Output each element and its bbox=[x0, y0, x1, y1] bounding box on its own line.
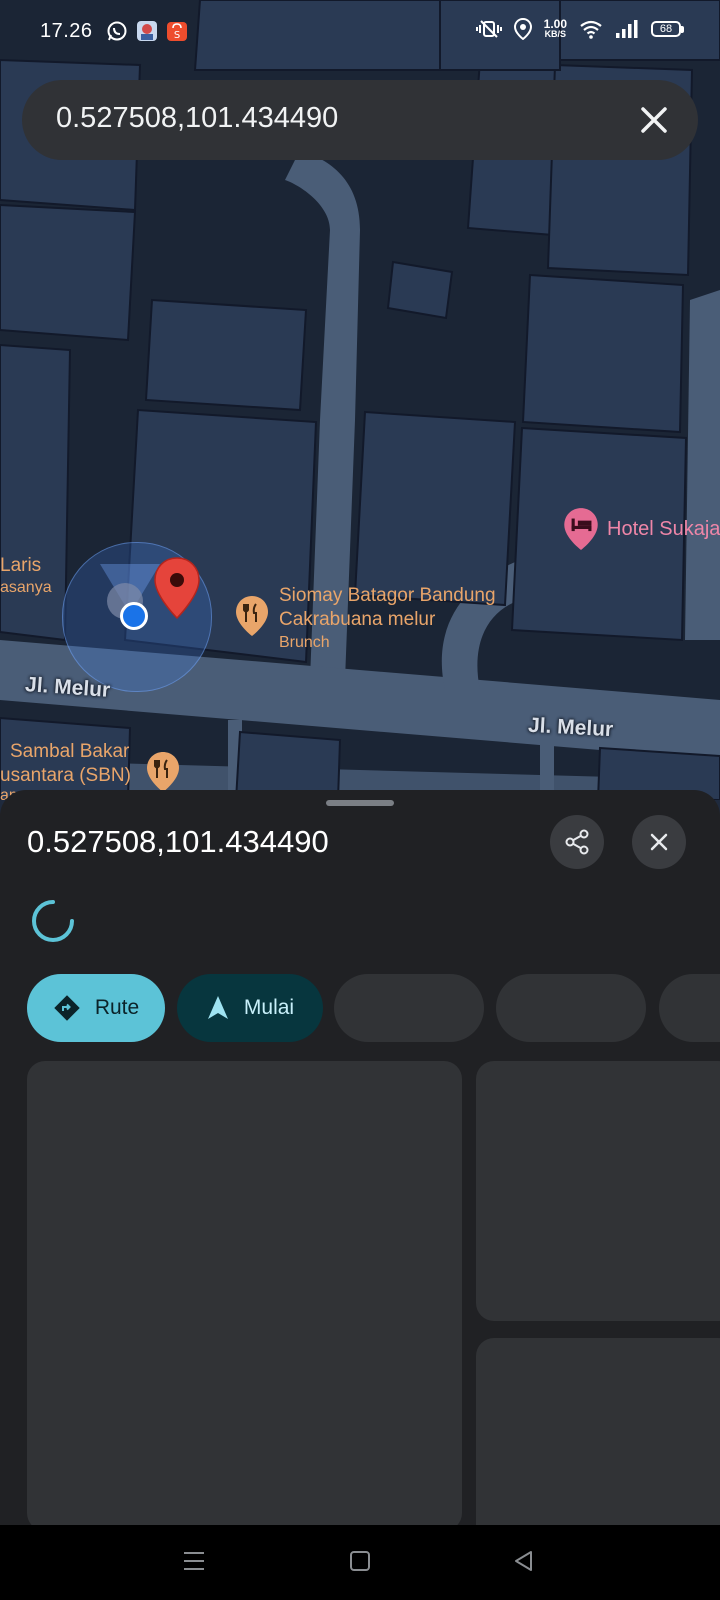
system-navigation-bar bbox=[0, 1525, 720, 1600]
close-icon[interactable] bbox=[632, 98, 676, 142]
place-bottom-sheet[interactable]: 0.527508,101.434490 Rute Mulai bbox=[0, 790, 720, 1525]
action-chips-row: Rute Mulai bbox=[27, 974, 720, 1042]
navigation-arrow-icon bbox=[207, 996, 228, 1019]
wifi-icon bbox=[580, 20, 602, 39]
location-icon bbox=[513, 18, 532, 40]
close-icon bbox=[650, 833, 668, 851]
street-label-east: Jl. Melur bbox=[527, 713, 614, 742]
data-speed-value: 1.00 bbox=[543, 17, 567, 31]
search-query-text[interactable]: 0.527508,101.434490 bbox=[56, 102, 338, 135]
my-location-dot-icon bbox=[120, 602, 148, 630]
dropped-pin-icon[interactable] bbox=[153, 556, 201, 620]
content-card-placeholder bbox=[476, 1338, 720, 1525]
battery-level: 68 bbox=[659, 23, 673, 35]
start-label: Mulai bbox=[243, 996, 295, 1019]
back-icon[interactable] bbox=[512, 1549, 536, 1573]
action-chip-placeholder[interactable] bbox=[659, 974, 720, 1042]
action-chip-placeholder[interactable] bbox=[496, 974, 646, 1042]
search-bar[interactable]: 0.527508,101.434490 bbox=[22, 80, 698, 160]
data-speed-icon: 1.00 KB/S bbox=[543, 17, 567, 39]
poi-name-line1: Siomay Batagor Bandung bbox=[279, 585, 496, 606]
game-avatar-icon bbox=[137, 21, 157, 41]
loading-spinner-icon bbox=[32, 900, 74, 942]
poi-category: Brunch bbox=[279, 634, 330, 651]
drag-handle[interactable] bbox=[326, 800, 394, 806]
recent-apps-icon[interactable] bbox=[182, 1549, 206, 1573]
status-bar: 17.26 S 1.00 KB/S 68 bbox=[0, 0, 720, 64]
system-status-icons: 1.00 KB/S 68 bbox=[475, 17, 684, 40]
poi-name-line1: Laris bbox=[0, 555, 42, 576]
directions-button[interactable]: Rute bbox=[27, 974, 165, 1042]
restaurant-pin-icon[interactable] bbox=[145, 750, 181, 794]
svg-text:S: S bbox=[174, 30, 180, 41]
home-icon[interactable] bbox=[348, 1549, 372, 1573]
battery-icon: 68 bbox=[651, 21, 684, 37]
poi-name-line2: usantara (SBN) bbox=[0, 765, 131, 786]
poi-name-line2: Cakrabuana melur bbox=[279, 609, 436, 630]
poi-label-siomay[interactable]: Siomay Batagor Bandung Cakrabuana melur … bbox=[279, 584, 496, 654]
start-navigation-button[interactable]: Mulai bbox=[177, 974, 323, 1042]
directions-icon bbox=[54, 995, 80, 1021]
share-icon bbox=[565, 829, 589, 855]
notification-icons: S bbox=[106, 20, 188, 42]
poi-label-laris[interactable]: Laris asanya bbox=[0, 554, 52, 598]
status-time: 17.26 bbox=[40, 20, 93, 42]
content-card-placeholder bbox=[476, 1061, 720, 1321]
poi-name-line1: Sambal Bakar bbox=[10, 741, 130, 762]
close-sheet-button[interactable] bbox=[632, 815, 686, 869]
share-button[interactable] bbox=[550, 815, 604, 869]
directions-label: Rute bbox=[94, 996, 140, 1019]
poi-label-hotel[interactable]: Hotel Sukaja bbox=[607, 518, 720, 541]
whatsapp-icon bbox=[107, 21, 127, 41]
signal-icon bbox=[616, 20, 638, 38]
shopee-icon: S bbox=[167, 22, 187, 41]
data-speed-unit: KB/S bbox=[544, 29, 567, 39]
restaurant-pin-icon[interactable] bbox=[234, 594, 270, 638]
action-chip-placeholder[interactable] bbox=[334, 974, 484, 1042]
hotel-pin-icon[interactable] bbox=[561, 506, 601, 552]
vibrate-icon bbox=[475, 20, 502, 38]
place-title: 0.527508,101.434490 bbox=[27, 824, 329, 859]
poi-name-line2: asanya bbox=[0, 579, 52, 596]
content-card-placeholder bbox=[27, 1061, 462, 1525]
